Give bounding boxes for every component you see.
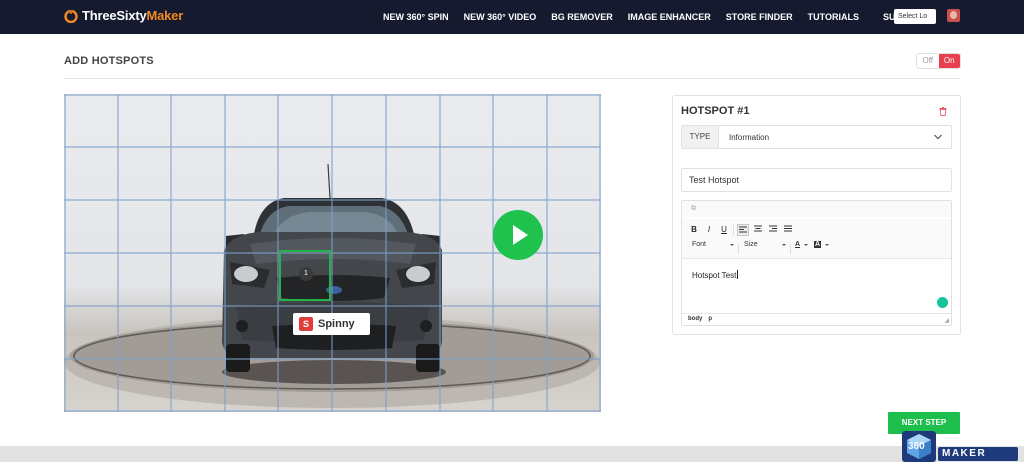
resize-handle-icon[interactable]: ◢: [944, 317, 949, 324]
text-color-button[interactable]: A: [795, 241, 809, 248]
nav-item-bg-remover[interactable]: BG REMOVER: [551, 12, 613, 22]
watermark-badge: 360: [908, 441, 925, 452]
hotspot-name-input[interactable]: Test Hotspot: [681, 168, 952, 192]
toolbar-separator: [790, 244, 791, 254]
align-center-icon[interactable]: [752, 224, 764, 236]
bg-color-icon: A: [814, 241, 822, 248]
watermark-text: MAKER: [938, 447, 1018, 461]
size-dropdown[interactable]: Size: [744, 241, 786, 248]
hotspot-panel: HOTSPOT #1 TYPE Information Test Hotspot…: [672, 95, 961, 335]
nav-item-new-360-video[interactable]: NEW 360° VIDEO: [464, 12, 537, 22]
hotspot-toggle[interactable]: Off On: [916, 53, 961, 69]
hotspot-title: HOTSPOT #1: [681, 105, 750, 117]
editor-toolbar: B I U Font Size A A: [682, 219, 951, 259]
caret-down-icon: [730, 243, 735, 246]
type-label: TYPE: [682, 126, 719, 148]
toolbar-separator: [738, 244, 739, 254]
toggle-off-option[interactable]: Off: [917, 54, 939, 68]
align-justify-icon[interactable]: [782, 224, 794, 236]
editor-content[interactable]: Hotspot Test: [692, 270, 739, 280]
top-navbar: ThreeSixtyMaker NEW 360° SPIN NEW 360° V…: [0, 0, 1024, 34]
text-cursor: [737, 270, 739, 279]
editor-text: Hotspot Test: [692, 271, 737, 280]
rich-text-editor[interactable]: ⧉ B I U Font Size A A Hotspot Test body …: [681, 200, 952, 326]
brand-name-part2: Maker: [146, 8, 184, 23]
header-divider: [64, 78, 960, 79]
size-dropdown-label: Size: [744, 241, 758, 248]
align-right-icon[interactable]: [767, 224, 779, 236]
caret-down-icon: [804, 243, 809, 246]
toggle-on-option[interactable]: On: [938, 54, 960, 68]
hotspot-marker[interactable]: 1: [299, 267, 313, 281]
editor-status-bar: body p: [682, 313, 951, 325]
nav-item-image-enhancer[interactable]: IMAGE ENHANCER: [628, 12, 711, 22]
nav-item-store-finder[interactable]: STORE FINDER: [726, 12, 793, 22]
italic-button[interactable]: I: [703, 224, 715, 236]
brand-logo[interactable]: ThreeSixtyMaker: [64, 8, 183, 23]
copy-icon[interactable]: ⧉: [691, 205, 696, 213]
page-title: ADD HOTSPOTS: [64, 55, 154, 67]
editor-top-bar: ⧉: [682, 201, 951, 217]
grammarly-icon[interactable]: [937, 297, 948, 308]
play-button[interactable]: [493, 210, 543, 260]
brand-name: ThreeSixtyMaker: [82, 8, 183, 23]
spinny-logo-icon: S: [299, 317, 313, 331]
font-dropdown[interactable]: Font: [692, 241, 735, 248]
image-viewer[interactable]: S Spinny 1: [64, 94, 601, 412]
type-select[interactable]: TYPE Information: [681, 125, 952, 149]
caret-down-icon: [781, 243, 786, 246]
align-left-icon[interactable]: [737, 224, 749, 236]
caret-down-icon: [825, 243, 830, 246]
font-dropdown-label: Font: [692, 241, 707, 248]
toolbar-separator: [733, 225, 734, 235]
logo-icon: [64, 9, 78, 23]
underline-button[interactable]: U: [718, 224, 730, 236]
nav-menu: NEW 360° SPIN NEW 360° VIDEO BG REMOVER …: [383, 0, 951, 34]
select-location-button[interactable]: Select Lo: [894, 9, 936, 24]
chevron-down-icon: [934, 134, 942, 140]
bottom-bar: [0, 446, 1024, 462]
plate-text: Spinny: [318, 318, 355, 330]
status-path-body[interactable]: body: [688, 316, 702, 322]
trash-icon[interactable]: [939, 107, 947, 116]
watermark-cube-icon: 360: [902, 431, 936, 462]
background-color-button[interactable]: A: [814, 241, 830, 248]
brand-name-part1: ThreeSixty: [82, 8, 147, 23]
status-path-p[interactable]: p: [708, 316, 712, 322]
type-value[interactable]: Information: [719, 133, 933, 142]
bold-button[interactable]: B: [688, 224, 700, 236]
text-color-icon: A: [795, 241, 801, 248]
user-avatar[interactable]: [947, 9, 960, 22]
nav-item-tutorials[interactable]: TUTORIALS: [808, 12, 859, 22]
license-plate: S Spinny: [293, 313, 370, 335]
nav-item-new-360-spin[interactable]: NEW 360° SPIN: [383, 12, 449, 22]
